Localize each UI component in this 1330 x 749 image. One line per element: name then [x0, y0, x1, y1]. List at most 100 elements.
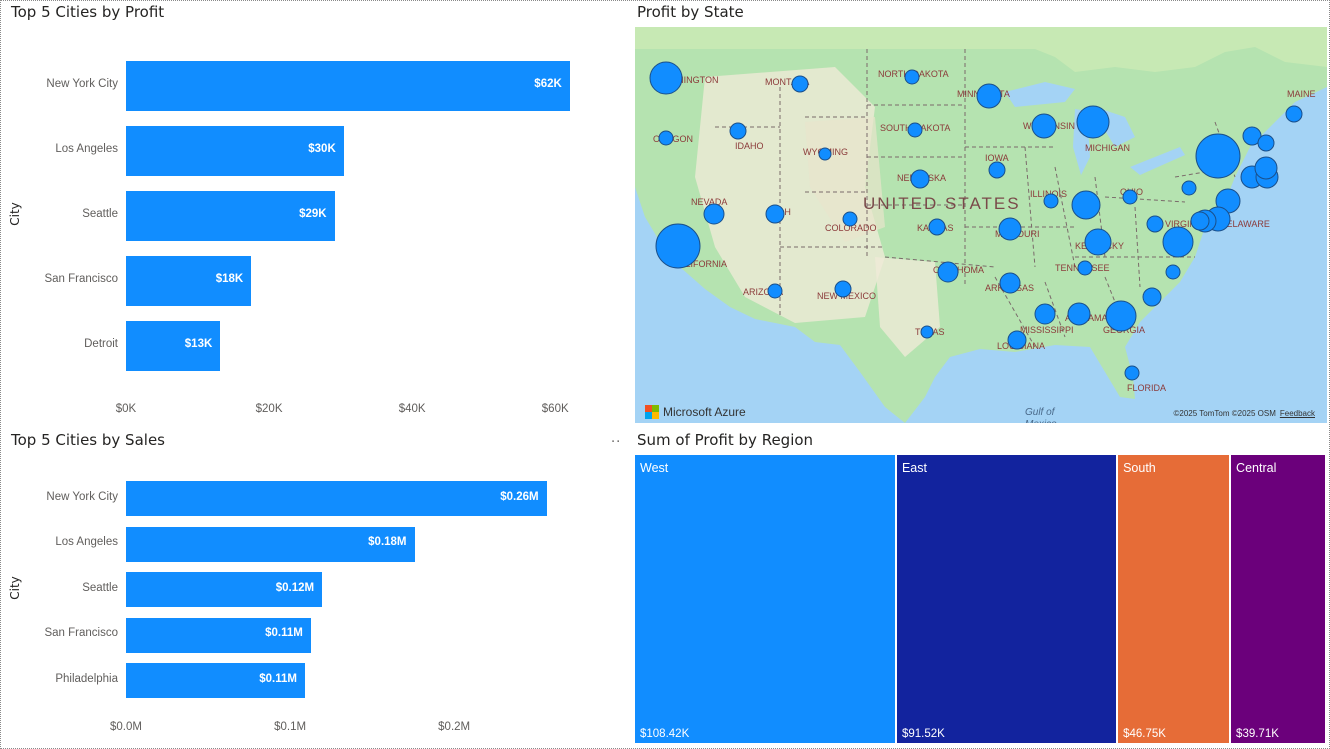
bubble-illinois [1043, 193, 1059, 209]
sales-category-label: Philadelphia [55, 672, 118, 685]
bubble-wyoming [818, 147, 832, 161]
bubble-oklahoma [937, 261, 959, 283]
bubble-north-carolina [1162, 226, 1194, 258]
state-label-michigan: MICHIGAN [1085, 143, 1130, 153]
bubble-idaho [729, 122, 747, 140]
profit-x-tick: $20K [255, 403, 283, 415]
map-feedback-link[interactable]: Feedback [1280, 409, 1315, 418]
bubble-mississippi [1034, 303, 1056, 325]
profit-category-label: Detroit [84, 338, 118, 350]
sales-data-label: $0.12M [275, 581, 315, 594]
sales-x-tick: $0.1M [274, 721, 307, 733]
bubble-west-virginia [1181, 180, 1197, 196]
bubble-missouri [998, 217, 1022, 241]
profit-by-region-treemap[interactable]: Sum of Profit by Region West $108.42K East… [631, 429, 1330, 747]
bubble-arizona [767, 283, 783, 299]
profit-data-label: $29K [299, 208, 327, 220]
sales-data-label: $0.18M [368, 536, 407, 548]
bubble-maine [1285, 105, 1303, 123]
bubble-nebraska [910, 169, 930, 189]
treemap-tile-value: $91.52K [901, 728, 945, 740]
sales-data-label: $0.11M [265, 627, 303, 639]
sales-category-label: Seattle [82, 581, 118, 594]
profit-category-label: New York City [46, 78, 118, 90]
treemap-tile[interactable]: West $108.42K [635, 455, 897, 743]
bubble-south-carolina [1165, 264, 1181, 280]
bubble-new-mexico [834, 280, 852, 298]
sales-category-label: New York City [46, 490, 118, 503]
profit-x-tick: $60K [541, 403, 569, 415]
profit-category-label: Seattle [82, 208, 118, 220]
treemap-tile[interactable]: Central $39.71K [1231, 455, 1327, 743]
map-country-label: UNITED STATES [863, 194, 1021, 213]
bubble-tennessee [1077, 260, 1093, 276]
bubble-north-dakota [904, 69, 920, 85]
profit-data-label: $18K [215, 273, 244, 285]
bubble-montana [791, 75, 809, 93]
treemap-tile-value: $108.42K [640, 728, 690, 740]
bubble-georgia [1105, 300, 1137, 332]
treemap-tile-label: Central [1236, 461, 1277, 475]
bubble-kansas [928, 218, 946, 236]
microsoft-logo-icon [645, 405, 659, 419]
bubble-georgia-east [1142, 287, 1162, 307]
bubble-massachusetts [1254, 156, 1278, 180]
bubble-wisconsin [1031, 113, 1057, 139]
treemap-area: West $108.42K East $91.52K South $46.75K Centr… [635, 455, 1327, 743]
bubble-south-dakota [907, 122, 923, 138]
map-provider-logo: Microsoft Azure [645, 405, 746, 419]
profit-x-tick: $0K [115, 403, 137, 415]
sales-category-label: San Francisco [44, 627, 118, 639]
bubble-colorado [842, 211, 858, 227]
bubble-iowa [988, 161, 1006, 179]
map-gulf-label: Gulf of [1025, 407, 1056, 418]
treemap-tile-label: West [640, 461, 669, 475]
profit-data-label: $13K [184, 338, 213, 350]
profit-data-label: $62K [534, 78, 562, 90]
state-label-maine: MAINE [1287, 89, 1316, 99]
profit-data-label: $30K [308, 143, 336, 155]
bubble-kentucky [1084, 228, 1112, 256]
profit-x-tick: $40K [398, 403, 426, 415]
state-label-iowa: IOWA [985, 153, 1009, 163]
more-options-icon[interactable]: ·· [611, 435, 621, 450]
bubble-arkansas [999, 272, 1021, 294]
bubble-michigan [1076, 105, 1110, 139]
map-title: Profit by State [637, 3, 744, 21]
bubble-florida [1124, 365, 1140, 381]
bubble-texas [920, 325, 934, 339]
bubble-alabama [1067, 302, 1091, 326]
map-copyright-text: ©2025 TomTom ©2025 OSM [1173, 409, 1276, 418]
bubble-nevada [703, 203, 725, 225]
profit-by-state-map[interactable]: Profit by State MONTANA NORTH DAKOTA IDA… [631, 1, 1330, 429]
report-canvas: Top 5 Cities by Profit City New York Cit… [0, 0, 1330, 749]
sales-bar-chart[interactable]: Top 5 Cities by Sales ·· City New York C… [5, 429, 629, 747]
sales-chart-title: Top 5 Cities by Sales [11, 431, 165, 449]
treemap-tile-value: $39.71K [1236, 728, 1279, 740]
profit-bar-chart[interactable]: Top 5 Cities by Profit City New York Cit… [5, 1, 629, 429]
map-canvas[interactable]: MONTANA NORTH DAKOTA MINNESOTA OREGON ID… [635, 27, 1327, 423]
bubble-oregon [658, 130, 674, 146]
profit-chart-title: Top 5 Cities by Profit [11, 3, 165, 21]
sales-x-tick: $0.0M [110, 721, 142, 733]
map-svg: MONTANA NORTH DAKOTA MINNESOTA OREGON ID… [635, 27, 1327, 423]
bubble-new-york [1195, 133, 1241, 179]
map-gulf-label-2: Mexico [1025, 419, 1057, 423]
treemap-tile[interactable]: East $91.52K [896, 455, 1119, 743]
sales-category-label: Los Angeles [55, 536, 118, 548]
profit-category-label: Los Angeles [55, 143, 118, 155]
sales-data-label: $0.26M [500, 490, 539, 503]
treemap-title: Sum of Profit by Region [637, 431, 814, 449]
treemap-tile-label: East [901, 461, 927, 475]
bubble-california [655, 223, 701, 269]
bubble-minnesota [976, 83, 1002, 109]
bubble-ohio [1122, 189, 1138, 205]
bubble-louisiana [1007, 330, 1027, 350]
treemap-tile[interactable]: South $46.75K [1118, 455, 1232, 743]
bubble-new-hampshire [1257, 134, 1275, 152]
map-copyright: ©2025 TomTom ©2025 OSM Feedback [1174, 409, 1316, 418]
treemap-tile-value: $46.75K [1123, 728, 1166, 740]
state-label-idaho: IDAHO [735, 141, 764, 151]
state-label-mississippi: MISSISSIPPI [1020, 325, 1074, 335]
bubble-new-jersey [1190, 211, 1210, 231]
